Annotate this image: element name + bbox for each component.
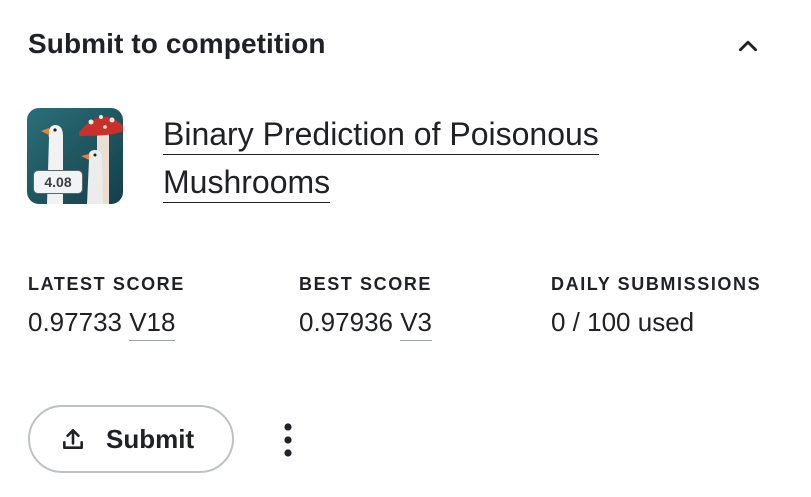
latest-version-link[interactable]: V18 bbox=[129, 307, 176, 341]
more-options-button[interactable] bbox=[266, 418, 310, 462]
daily-submissions-value: 0 / 100 used bbox=[551, 307, 695, 337]
competition-name: Binary Prediction of Poisonous Mushrooms bbox=[163, 116, 599, 203]
latest-score-stat: LATEST SCORE 0.97733 V18 bbox=[28, 274, 185, 341]
upload-icon bbox=[63, 429, 83, 449]
submit-button[interactable]: Submit bbox=[28, 405, 234, 473]
more-vertical-icon bbox=[284, 423, 292, 457]
latest-score-value: 0.97733 V18 bbox=[28, 307, 185, 341]
best-score-value: 0.97936 V3 bbox=[299, 307, 433, 341]
best-version-link[interactable]: V3 bbox=[400, 307, 433, 341]
panel-header: Submit to competition bbox=[28, 26, 768, 66]
latest-score-label: LATEST SCORE bbox=[28, 274, 185, 294]
daily-submissions-label: DAILY SUBMISSIONS bbox=[551, 274, 762, 294]
latest-score: 0.97733 bbox=[28, 307, 122, 337]
thumbnail-badge: 4.08 bbox=[33, 170, 83, 194]
best-score-label: BEST SCORE bbox=[299, 274, 433, 294]
submit-label: Submit bbox=[106, 423, 195, 454]
chevron-up-icon bbox=[739, 40, 757, 52]
competition-link[interactable]: Binary Prediction of Poisonous Mushrooms bbox=[163, 110, 683, 206]
daily-submissions-stat: DAILY SUBMISSIONS 0 / 100 used bbox=[551, 274, 761, 338]
competition-thumbnail[interactable]: 4.08 bbox=[27, 108, 123, 204]
best-score-stat: BEST SCORE 0.97936 V3 bbox=[299, 274, 433, 341]
panel-title: Submit to competition bbox=[28, 28, 326, 59]
best-score: 0.97936 bbox=[299, 307, 393, 337]
collapse-button[interactable] bbox=[728, 26, 768, 66]
